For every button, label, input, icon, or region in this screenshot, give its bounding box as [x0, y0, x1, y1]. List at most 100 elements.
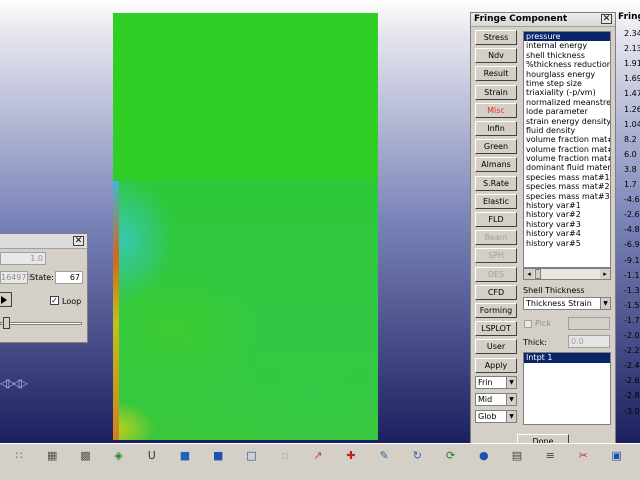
category-button-infin[interactable]: Infin — [475, 121, 517, 136]
category-button-result[interactable]: Result — [475, 66, 517, 82]
list-item[interactable]: pressure — [524, 32, 610, 42]
list-item[interactable]: history var#2 — [524, 210, 610, 219]
list-item[interactable]: history var#1 — [524, 201, 610, 210]
list-item[interactable]: volume fraction mat#2 — [524, 145, 610, 154]
measure-tool-icon[interactable]: ≡ — [535, 446, 565, 479]
list-item[interactable]: history var#5 — [524, 239, 610, 248]
state-input[interactable]: 67 — [55, 271, 83, 284]
box-tool-icon[interactable]: ▣ — [602, 446, 632, 479]
list-item[interactable]: fluid density — [524, 126, 610, 135]
coord-select[interactable]: Glob ▼ — [475, 410, 517, 423]
list-item[interactable]: normalized meanstress — [524, 98, 610, 107]
fringe-tool-icon[interactable]: ◈ — [104, 446, 134, 479]
scroll-left-icon[interactable]: ◂ — [524, 269, 534, 279]
list-item[interactable]: history var#4 — [524, 229, 610, 238]
wire-tool-icon[interactable]: ▩ — [70, 446, 100, 479]
cube-shaded-tool-icon[interactable]: ■ — [170, 446, 200, 479]
legend-value: 2.34 — [624, 29, 640, 38]
time-slider-track[interactable] — [0, 322, 82, 325]
component-list[interactable]: pressure internal energy shell thickness %t… — [523, 31, 611, 268]
surface-select[interactable]: Frin ▼ — [475, 376, 517, 389]
category-button-misc[interactable]: Misc — [475, 102, 517, 118]
globe-tool-icon[interactable]: ● — [469, 446, 499, 479]
add-tool-icon[interactable]: ✚ — [336, 446, 366, 479]
legend-value: -2.22 — [624, 346, 640, 356]
refresh-tool-icon[interactable]: ⟳ — [436, 446, 466, 479]
category-button-almans[interactable]: Almans — [475, 157, 517, 173]
list-item[interactable]: internal energy — [524, 41, 610, 50]
shell-thickness-select[interactable]: Thickness Strain ▼ — [523, 297, 611, 310]
chevron-down-icon: ▼ — [506, 377, 516, 388]
legend-value: -1.13 — [624, 270, 640, 280]
list-item[interactable]: dominant fluid material — [524, 163, 610, 172]
thick-label: Thick: — [523, 338, 547, 347]
vector-tool-icon[interactable]: ↗ — [303, 446, 333, 479]
category-button-des: DES — [475, 266, 517, 282]
layout-tool-icon[interactable]: ▤ — [502, 446, 532, 479]
category-button-ndv[interactable]: Ndv — [475, 48, 517, 64]
list-item[interactable]: species mass mat#2 — [524, 182, 610, 191]
cube-blue-tool-icon[interactable]: ■ — [203, 446, 233, 479]
list-item[interactable]: species mass mat#1 — [524, 173, 610, 182]
category-button-cfd[interactable]: CFD — [475, 284, 517, 300]
thick-input[interactable]: 0.0 — [568, 335, 610, 348]
time-value-field[interactable]: 1.0 — [0, 252, 46, 265]
cut-tool-icon[interactable]: ✂ — [568, 446, 598, 479]
shell-thickness-value: Thickness Strain — [526, 299, 592, 308]
list-item[interactable]: history var#3 — [524, 220, 610, 229]
category-button-apply[interactable]: Apply — [475, 357, 517, 373]
legend-value: -4.8 — [624, 225, 640, 235]
disabled-tool-icon[interactable]: ▫ — [270, 446, 300, 479]
category-button-s-rate[interactable]: S.Rate — [475, 175, 517, 191]
time-slider-thumb[interactable] — [3, 317, 10, 329]
rotate-tool-icon[interactable]: ↻ — [402, 446, 432, 479]
list-item[interactable]: strain energy density — [524, 117, 610, 126]
legend-value: -1.79 — [624, 315, 640, 325]
fringe-title: Fringe Component — [474, 14, 568, 24]
scroll-right-icon[interactable]: ▸ — [600, 269, 610, 279]
list-item[interactable]: time step size — [524, 79, 610, 88]
layer-select[interactable]: Mid ▼ — [475, 393, 517, 406]
integration-point-list[interactable]: Intpt 1 — [523, 352, 611, 425]
cube-wire-tool-icon[interactable]: □ — [236, 446, 266, 479]
category-button-user[interactable]: User — [475, 339, 517, 355]
contour-plot-viewport[interactable] — [113, 13, 378, 440]
category-button-fld[interactable]: FLD — [475, 212, 517, 227]
category-button-green[interactable]: Green — [475, 139, 517, 155]
coord-select-value: Glob — [478, 412, 497, 421]
edit-tool-icon[interactable]: ✎ — [369, 446, 399, 479]
category-button-elastic[interactable]: Elastic — [475, 193, 517, 209]
close-icon[interactable]: ✕ — [73, 236, 84, 246]
legend-value: 2.13 — [624, 44, 640, 54]
list-item[interactable]: species mass mat#3 — [524, 192, 610, 201]
solid-tool-icon[interactable]: ▦ — [37, 446, 67, 479]
mesh-tool-icon[interactable]: ∷ — [4, 446, 34, 479]
category-button-lsplot[interactable]: LSPLOT — [475, 321, 517, 337]
list-item[interactable]: Intpt 1 — [524, 353, 610, 363]
pick-label: Pick — [535, 319, 551, 328]
component-list-scrollbar[interactable]: ◂ ▸ — [523, 268, 611, 280]
list-item[interactable]: volume fraction mat#1 — [524, 135, 610, 144]
category-button-forming[interactable]: Forming — [475, 303, 517, 318]
bottom-toolbar: ∷ ▦ ▩ ◈ U ■ ■ □ ▫ ↗ ✚ ✎ ↻ ⟳ ● ▤ ≡ ✂ ▣ — [0, 443, 640, 480]
legend-value: -2.00 — [624, 331, 640, 340]
list-item[interactable]: shell thickness — [524, 51, 610, 60]
list-item[interactable]: hourglass energy — [524, 70, 610, 79]
legend-value: 1.26 — [624, 104, 640, 114]
loop-checkbox[interactable]: ✓ — [50, 296, 59, 305]
list-item[interactable]: %thickness reduction — [524, 60, 610, 69]
legend-value: -3.09 — [624, 406, 640, 416]
animation-dialog: ✕ 1.0 164973 State: 67 ✓ Loop — [0, 233, 88, 343]
category-button-strain[interactable]: Strain — [475, 84, 517, 100]
shell-thickness-label: Shell Thickness — [523, 286, 585, 295]
u-tool-icon[interactable]: U — [137, 446, 167, 479]
category-button-stress[interactable]: Stress — [475, 30, 517, 45]
play-button[interactable] — [0, 292, 12, 307]
close-icon[interactable]: ✕ — [601, 14, 612, 24]
list-item[interactable]: volume fraction mat#3 — [524, 154, 610, 163]
animation-controls-icon[interactable]: ◁▷◁▷ — [0, 376, 28, 390]
scroll-thumb[interactable] — [535, 269, 541, 279]
list-item[interactable]: lode parameter — [524, 107, 610, 116]
list-item[interactable]: triaxiality (-p/vm) — [524, 88, 610, 97]
pick-checkbox[interactable] — [524, 320, 532, 328]
